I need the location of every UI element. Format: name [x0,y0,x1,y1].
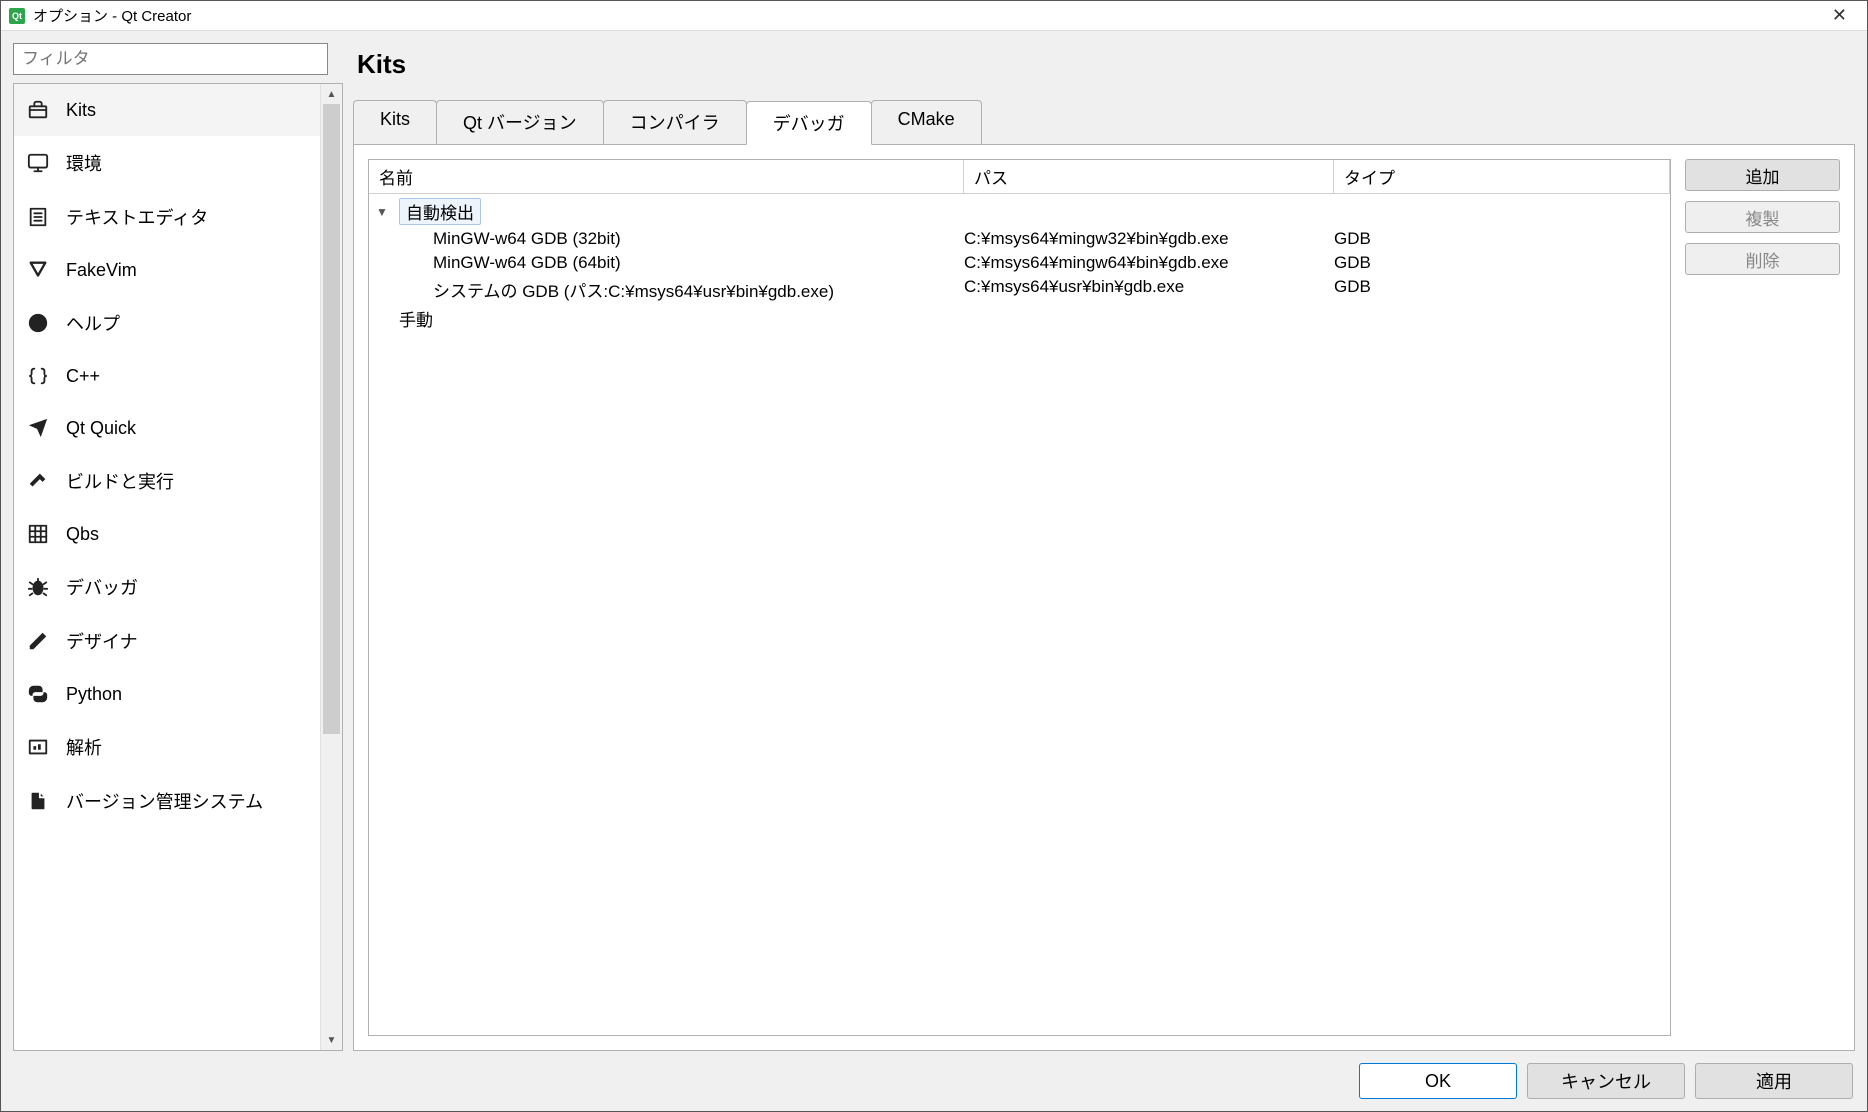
document-lines-icon [26,205,50,229]
vcs-icon [26,789,50,813]
filter-input[interactable] [13,43,328,75]
apply-button[interactable]: 適用 [1695,1063,1853,1099]
debugger-path: C:¥msys64¥mingw64¥bin¥gdb.exe [964,253,1334,273]
tree-row[interactable]: MinGW-w64 GDB (64bit) C:¥msys64¥mingw64¥b… [369,251,1670,275]
help-icon: ? [26,311,50,335]
sidebar-item-gauge[interactable]: 解析 [14,720,320,774]
sidebar-item-vcs[interactable]: バージョン管理システム [14,774,320,828]
sidebar-item-bug[interactable]: デバッガ [14,560,320,614]
sidebar-item-document-lines[interactable]: テキストエディタ [14,190,320,244]
sidebar-item-label: テキストエディタ [66,204,208,230]
clone-button[interactable]: 複製 [1685,201,1840,233]
page-title: Kits [357,49,1855,80]
right-column: Kits KitsQt バージョンコンパイラデバッガCMake 名前 パス タイ… [353,43,1855,1051]
sidebar-scrollbar[interactable]: ▲ ▼ [320,84,342,1050]
sidebar-item-label: デザイナ [66,628,138,654]
tabs: KitsQt バージョンコンパイラデバッガCMake [353,100,1855,144]
sidebar: Kits 環境テキストエディタ FakeVim? ヘルプ C++ Qt Quick ビルドと… [13,83,343,1051]
ok-button[interactable]: OK [1359,1063,1517,1099]
debugger-type: GDB [1334,253,1670,273]
tab-qt-バージョン[interactable]: Qt バージョン [436,100,604,144]
debugger-path: C:¥msys64¥usr¥bin¥gdb.exe [964,277,1334,302]
tree-group-label: 自動検出 [395,198,481,225]
sidebar-item-label: ヘルプ [66,310,120,336]
titlebar: Qt オプション - Qt Creator ✕ [1,1,1867,31]
sidebar-item-fakevim[interactable]: FakeVim [14,244,320,296]
tree-row[interactable]: システムの GDB (パス:C:¥msys64¥usr¥bin¥gdb.exe)… [369,275,1670,304]
debugger-tree: 名前 パス タイプ ▼ 自動検出 MinGW-w64 GDB (32bit) C:¥m… [368,159,1671,1036]
add-button[interactable]: 追加 [1685,159,1840,191]
qt-creator-icon: Qt [9,8,25,24]
hammer-icon [26,469,50,493]
send-icon [26,416,50,440]
sidebar-item-send[interactable]: Qt Quick [14,402,320,454]
sidebar-item-pencil[interactable]: デザイナ [14,614,320,668]
column-header-path[interactable]: パス [964,160,1334,193]
side-buttons: 追加 複製 削除 [1685,159,1840,1036]
sidebar-item-hammer[interactable]: ビルドと実行 [14,454,320,508]
svg-text:?: ? [34,316,42,331]
sidebar-item-label: 環境 [66,150,102,176]
close-icon[interactable]: ✕ [1820,5,1859,26]
sidebar-item-label: Python [66,684,122,705]
column-header-name[interactable]: 名前 [369,160,964,193]
dialog-body: Kits 環境テキストエディタ FakeVim? ヘルプ C++ Qt Quick ビルドと… [1,31,1867,1111]
sidebar-item-label: ビルドと実行 [66,468,174,494]
tab-cmake[interactable]: CMake [871,100,982,144]
debugger-path: C:¥msys64¥mingw32¥bin¥gdb.exe [964,229,1334,249]
remove-button[interactable]: 削除 [1685,243,1840,275]
sidebar-item-kits[interactable]: Kits [14,84,320,136]
sidebar-item-braces[interactable]: C++ [14,350,320,402]
braces-icon [26,364,50,388]
tree-group-label: 手動 [395,306,433,331]
tab-コンパイラ[interactable]: コンパイラ [603,100,747,144]
python-icon [26,682,50,706]
tab-kits[interactable]: Kits [353,100,437,144]
sidebar-item-help[interactable]: ? ヘルプ [14,296,320,350]
debugger-name: システムの GDB (パス:C:¥msys64¥usr¥bin¥gdb.exe) [369,277,834,302]
bug-icon [26,575,50,599]
grid-icon [26,522,50,546]
sidebar-item-label: FakeVim [66,260,137,281]
sidebar-item-label: C++ [66,366,100,387]
debugger-name: MinGW-w64 GDB (64bit) [369,253,621,273]
debugger-type: GDB [1334,277,1670,302]
cancel-button[interactable]: キャンセル [1527,1063,1685,1099]
sidebar-item-monitor[interactable]: 環境 [14,136,320,190]
tree-group[interactable]: ▼ 自動検出 [369,196,1670,227]
options-dialog: Qt オプション - Qt Creator ✕ Kits 環境テキストエディタ Fa… [0,0,1868,1112]
scroll-thumb[interactable] [323,104,340,734]
debugger-name: MinGW-w64 GDB (32bit) [369,229,621,249]
dialog-footer: OK キャンセル 適用 [13,1059,1855,1099]
gauge-icon [26,735,50,759]
sidebar-item-label: デバッガ [66,574,138,600]
scroll-up-icon[interactable]: ▲ [321,84,342,104]
monitor-icon [26,151,50,175]
fakevim-icon [26,258,50,282]
kits-icon [26,98,50,122]
scroll-down-icon[interactable]: ▼ [321,1030,342,1050]
sidebar-item-label: Qbs [66,524,99,545]
window-title: オプション - Qt Creator [33,5,191,26]
sidebar-item-label: バージョン管理システム [66,788,263,814]
tab-panel-debugger: 名前 パス タイプ ▼ 自動検出 MinGW-w64 GDB (32bit) C:¥m… [353,144,1855,1051]
tree-header: 名前 パス タイプ [369,160,1670,194]
sidebar-item-label: Qt Quick [66,418,136,439]
pencil-icon [26,629,50,653]
tree-group[interactable]: 手動 [369,304,1670,333]
sidebar-item-label: Kits [66,100,96,121]
sidebar-item-grid[interactable]: Qbs [14,508,320,560]
column-header-type[interactable]: タイプ [1334,160,1670,193]
sidebar-item-python[interactable]: Python [14,668,320,720]
tree-row[interactable]: MinGW-w64 GDB (32bit) C:¥msys64¥mingw32¥b… [369,227,1670,251]
left-column: Kits 環境テキストエディタ FakeVim? ヘルプ C++ Qt Quick ビルドと… [13,43,343,1051]
tab-デバッガ[interactable]: デバッガ [746,101,872,145]
sidebar-item-label: 解析 [66,734,102,760]
chevron-down-icon[interactable]: ▼ [373,205,391,219]
debugger-type: GDB [1334,229,1670,249]
